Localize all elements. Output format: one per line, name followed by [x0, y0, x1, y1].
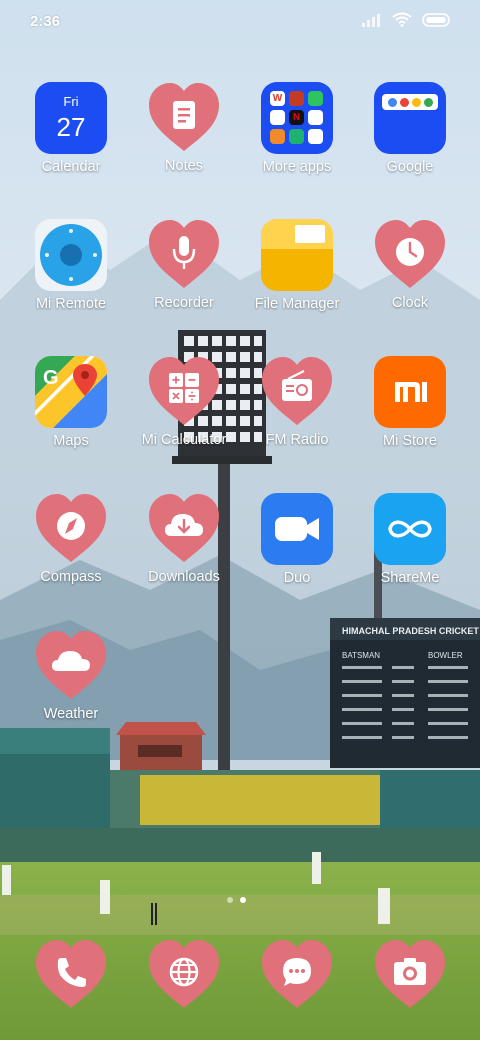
app-shareme[interactable]: ShareMe	[354, 492, 466, 586]
app-mi-calculator[interactable]: Mi Calculator	[128, 355, 240, 448]
app-notes[interactable]: Notes	[128, 81, 240, 174]
app-label: Downloads	[148, 569, 220, 585]
app-tile-icon	[289, 91, 304, 106]
svg-text:G: G	[43, 367, 59, 389]
app-label: Clock	[391, 295, 429, 311]
page-dot-active[interactable]	[240, 897, 246, 903]
app-label: File Manager	[254, 296, 340, 312]
app-label: Google	[386, 159, 434, 175]
camera-icon	[375, 940, 445, 1008]
shareme-icon	[374, 493, 446, 565]
scoreboard-bowler: BOWLER	[428, 651, 463, 660]
clock-icon	[375, 220, 445, 288]
status-time: 2:36	[30, 13, 61, 30]
wps-icon: W	[270, 91, 285, 106]
app-tile-icon	[308, 91, 323, 106]
calendar-icon: Fri 27	[35, 82, 107, 154]
remote-dpad-icon	[40, 224, 102, 286]
download-cloud-icon	[149, 494, 219, 562]
netflix-icon: N	[289, 110, 304, 125]
microphone-icon	[149, 220, 219, 288]
app-file-manager[interactable]: File Manager	[241, 218, 353, 312]
app-calendar[interactable]: Fri 27 Calendar	[15, 81, 127, 175]
mi-credit-icon	[308, 110, 323, 125]
app-label: FM Radio	[265, 432, 329, 448]
app-clock[interactable]: Clock	[354, 218, 466, 311]
dock-phone[interactable]	[15, 938, 127, 1012]
app-label: Duo	[283, 570, 311, 586]
mi-pay-icon	[308, 129, 323, 144]
app-label: Recorder	[154, 295, 214, 311]
phone-icon	[36, 940, 106, 1008]
file-manager-icon	[261, 219, 333, 291]
play-store-icon	[270, 110, 285, 125]
app-label: Mi Remote	[35, 296, 107, 312]
photos-mini-icon	[411, 97, 421, 107]
google-icon	[387, 97, 397, 107]
app-folder-more-apps[interactable]: W N More apps	[241, 81, 353, 175]
app-weather[interactable]: Weather	[15, 629, 127, 722]
app-fm-radio[interactable]: FM Radio	[241, 355, 353, 448]
duo-icon	[261, 493, 333, 565]
cloud-icon	[36, 631, 106, 699]
mi-logo-icon	[395, 382, 427, 402]
calculator-icon	[149, 357, 219, 425]
duo-mini-icon	[399, 97, 409, 107]
messages-icon	[262, 940, 332, 1008]
page-indicator	[227, 897, 246, 903]
mi-remote-icon	[35, 219, 107, 291]
maps-icon: G	[35, 356, 107, 428]
browser-icon	[149, 940, 219, 1008]
calendar-day: 27	[56, 112, 86, 142]
dock-browser[interactable]	[128, 938, 240, 1012]
more-apps-folder-icon: W N	[261, 82, 333, 154]
app-tile-icon	[289, 129, 304, 144]
drive-mini-icon	[423, 97, 433, 107]
app-compass[interactable]: Compass	[15, 492, 127, 585]
app-maps[interactable]: G Maps	[15, 355, 127, 449]
scoreboard-title: HIMACHAL PRADESH CRICKET ASSOCIATION	[342, 626, 480, 636]
compass-icon	[36, 494, 106, 562]
wifi-icon	[392, 12, 412, 27]
dock-camera[interactable]	[354, 938, 466, 1012]
mi-store-icon	[374, 356, 446, 428]
notes-icon	[149, 83, 219, 151]
app-label: Mi Store	[383, 433, 437, 449]
infinity-icon	[388, 520, 432, 538]
folder-tab-icon	[295, 225, 325, 243]
app-label: Notes	[165, 158, 203, 174]
radio-icon	[262, 357, 332, 425]
status-bar: 2:36	[0, 0, 480, 44]
google-folder-icon	[374, 82, 446, 154]
signal-icon	[362, 13, 380, 27]
page-dot[interactable]	[227, 897, 233, 903]
scoreboard-batsman: BATSMAN	[342, 651, 380, 660]
app-label: Mi Calculator	[141, 432, 227, 448]
app-label: Weather	[43, 706, 99, 722]
dock-messages[interactable]	[241, 938, 353, 1012]
battery-icon	[422, 12, 450, 27]
app-mi-remote[interactable]: Mi Remote	[15, 218, 127, 312]
app-duo[interactable]: Duo	[241, 492, 353, 586]
app-mi-store[interactable]: Mi Store	[354, 355, 466, 449]
app-recorder[interactable]: Recorder	[128, 218, 240, 311]
app-label: Calendar	[41, 159, 101, 175]
app-label: Maps	[53, 433, 89, 449]
app-label: More apps	[262, 159, 332, 175]
app-tile-icon	[270, 129, 285, 144]
app-label: Compass	[40, 569, 102, 585]
video-camera-icon	[275, 517, 319, 541]
calendar-weekday: Fri	[63, 94, 79, 109]
app-folder-google[interactable]: Google	[354, 81, 466, 175]
app-downloads[interactable]: Downloads	[128, 492, 240, 585]
app-label: ShareMe	[380, 570, 440, 586]
